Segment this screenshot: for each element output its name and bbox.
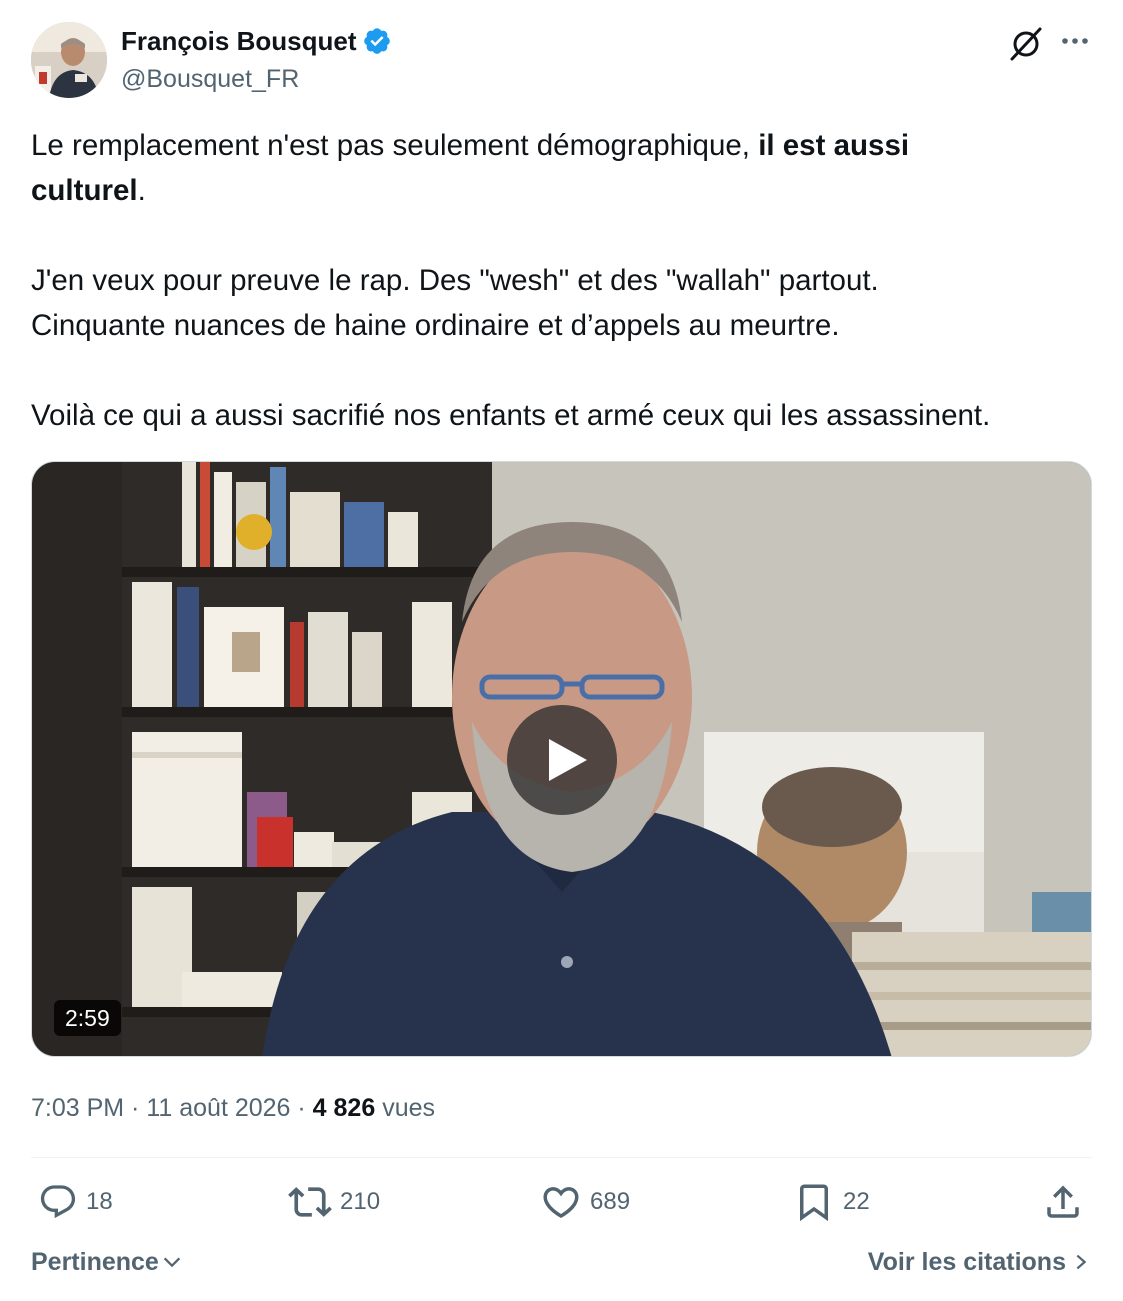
view-quotes-label: Voir les citations bbox=[867, 1248, 1066, 1276]
share-icon bbox=[1047, 1185, 1079, 1218]
more-options-icon[interactable] bbox=[1058, 26, 1092, 60]
verified-badge-icon bbox=[364, 28, 391, 54]
grok-icon[interactable] bbox=[1006, 24, 1046, 64]
play-icon bbox=[549, 739, 587, 781]
bookmark-icon bbox=[800, 1184, 828, 1222]
views-label: vues bbox=[382, 1094, 435, 1122]
heart-icon bbox=[543, 1187, 579, 1219]
tweet-text: Le remplacement n'est pas seulement démo… bbox=[31, 123, 1101, 438]
chevron-right-icon bbox=[1076, 1254, 1087, 1270]
play-button[interactable] bbox=[507, 705, 617, 815]
video-duration-badge: 2:59 bbox=[54, 1000, 121, 1036]
meta-separator: · bbox=[290, 1094, 313, 1122]
tweet-paragraph-2: J'en veux pour preuve le rap. Des "wesh"… bbox=[31, 258, 1101, 348]
tweet-date[interactable]: 11 août 2026 bbox=[146, 1094, 290, 1122]
view-quotes-link[interactable]: Voir les citations bbox=[868, 1243, 1090, 1281]
views-count: 4 826 bbox=[312, 1094, 376, 1122]
share-button[interactable] bbox=[1042, 1180, 1084, 1224]
like-button[interactable]: 689 bbox=[540, 1180, 630, 1224]
author-name[interactable]: François Bousquet bbox=[121, 24, 392, 58]
tweet-text-segment: Voilà ce qui a aussi sacrifié nos enfant… bbox=[31, 399, 991, 432]
author-name-text: François Bousquet bbox=[121, 26, 357, 56]
reply-icon bbox=[40, 1185, 76, 1219]
tweet-text-segment: Le remplacement n'est pas seulement démo… bbox=[31, 129, 759, 162]
tweet-text-segment: J'en veux pour preuve le rap. Des "wesh"… bbox=[31, 264, 879, 297]
video-player[interactable]: 2:59 bbox=[31, 461, 1092, 1057]
repost-icon bbox=[288, 1187, 332, 1217]
tweet-text-bold: culturel bbox=[31, 174, 138, 207]
tweet-time[interactable]: 7:03 PM bbox=[31, 1094, 124, 1122]
tweet-meta: 7:03 PM · 11 août 2026 · 4 826 vues bbox=[31, 1088, 435, 1128]
chevron-down-icon bbox=[163, 1257, 180, 1268]
repost-count: 210 bbox=[340, 1188, 381, 1215]
meta-separator: · bbox=[124, 1094, 147, 1122]
divider bbox=[31, 1157, 1092, 1158]
sort-dropdown[interactable]: Pertinence bbox=[31, 1243, 183, 1281]
reply-button[interactable]: 18 bbox=[38, 1180, 113, 1224]
author-handle[interactable]: @Bousquet_FR bbox=[121, 62, 299, 96]
tweet-paragraph-3: Voilà ce qui a aussi sacrifié nos enfant… bbox=[31, 393, 1101, 438]
avatar[interactable] bbox=[31, 22, 107, 98]
sort-label: Pertinence bbox=[31, 1248, 159, 1276]
bookmark-button[interactable]: 22 bbox=[793, 1180, 870, 1224]
tweet-paragraph-1: Le remplacement n'est pas seulement démo… bbox=[31, 123, 1101, 213]
like-count: 689 bbox=[590, 1188, 631, 1215]
tweet-text-segment: Cinquante nuances de haine ordinaire et … bbox=[31, 309, 840, 342]
tweet-text-bold: il est aussi bbox=[758, 129, 910, 162]
tweet-text-segment: . bbox=[137, 174, 146, 207]
bookmark-count: 22 bbox=[843, 1188, 870, 1215]
repost-button[interactable]: 210 bbox=[288, 1180, 380, 1224]
avatar-image bbox=[31, 22, 107, 98]
reply-count: 18 bbox=[86, 1188, 113, 1215]
